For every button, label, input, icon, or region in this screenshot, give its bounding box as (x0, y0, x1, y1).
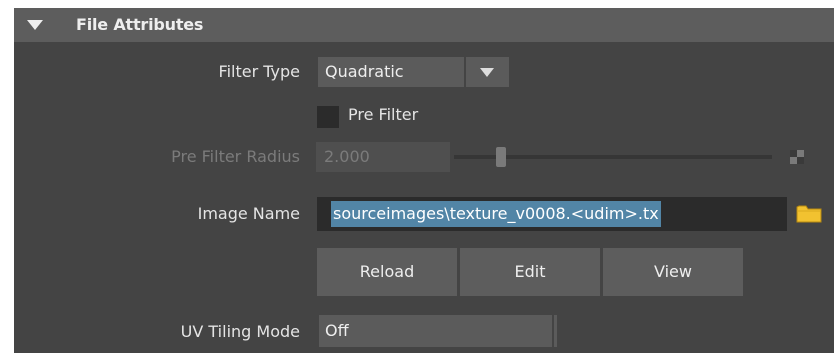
file-attributes-panel: File Attributes Filter Type Quadratic Pr… (14, 8, 834, 353)
image-name-label: Image Name (197, 204, 300, 223)
section-header[interactable]: File Attributes (14, 8, 834, 42)
pre-filter-label: Pre Filter (348, 105, 419, 124)
triangle-down-icon[interactable] (27, 20, 43, 30)
image-name-value: sourceimages\texture_v0008.<udim>.tx (331, 201, 661, 227)
filter-type-value: Quadratic (325, 62, 404, 81)
uv-tiling-mode-label: UV Tiling Mode (180, 322, 300, 341)
filter-type-dropdown[interactable]: Quadratic (318, 57, 464, 87)
pre-filter-radius-label: Pre Filter Radius (171, 147, 300, 166)
view-button[interactable]: View (603, 248, 743, 296)
pre-filter-radius-input: 2.000 (316, 142, 450, 172)
filter-type-dropdown-button[interactable] (466, 57, 509, 87)
image-name-input[interactable]: sourceimages\texture_v0008.<udim>.tx (317, 197, 787, 231)
section-title: File Attributes (76, 15, 204, 34)
reload-button[interactable]: Reload (317, 248, 457, 296)
pre-filter-radius-value: 2.000 (324, 147, 370, 166)
pre-filter-checkbox[interactable] (317, 106, 339, 128)
uv-tiling-mode-dropdown[interactable]: Off (319, 315, 552, 347)
uv-tiling-mode-divider (554, 315, 557, 347)
folder-icon[interactable] (796, 203, 822, 223)
pre-filter-radius-slider-handle (496, 147, 506, 167)
checker-map-icon[interactable] (790, 150, 804, 164)
edit-button[interactable]: Edit (460, 248, 600, 296)
chevron-down-icon (480, 68, 494, 77)
filter-type-label: Filter Type (218, 62, 300, 81)
uv-tiling-mode-value: Off (325, 321, 349, 340)
